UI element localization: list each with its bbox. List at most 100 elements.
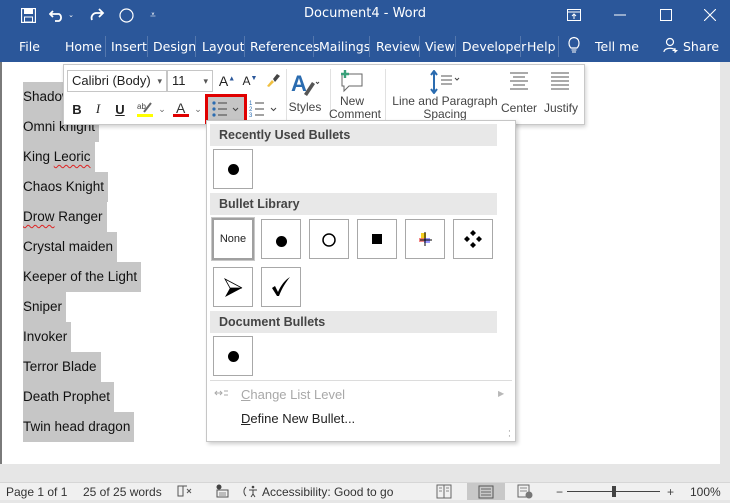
misspelled-word[interactable]: Drow <box>23 209 55 224</box>
page-count[interactable]: Page 1 of 1 <box>6 485 67 500</box>
grow-font-button[interactable]: A▲ <box>217 71 237 91</box>
document-bullets-header: Document Bullets <box>210 311 497 333</box>
shrink-font-button[interactable]: A▼ <box>240 71 260 91</box>
print-layout-button[interactable] <box>467 483 505 500</box>
zoom-level[interactable]: 100% <box>690 485 721 500</box>
proofing-icon[interactable] <box>177 484 193 499</box>
zoom-out-button[interactable]: − <box>556 485 563 500</box>
highlight-dropdown-icon[interactable]: ⌄ <box>157 101 167 117</box>
underline-button[interactable]: U <box>111 99 129 119</box>
tab-layout[interactable]: Layout <box>202 38 245 56</box>
filled-square-bullet-icon <box>372 234 382 244</box>
vertical-scrollbar[interactable] <box>720 62 730 464</box>
zoom-in-button[interactable]: + <box>667 485 674 500</box>
document-line[interactable]: Keeper of the Light <box>23 262 142 292</box>
share-button[interactable]: Share <box>683 38 719 56</box>
document-line[interactable]: Twin head dragon <box>23 412 135 442</box>
styles-gallery-icon[interactable]: A <box>289 69 321 99</box>
undo-icon[interactable] <box>47 4 67 26</box>
tab-references[interactable]: References <box>250 38 319 56</box>
accessibility-status[interactable]: Accessibility: Good to go <box>262 485 393 500</box>
tab-separator <box>520 36 521 57</box>
bold-button[interactable]: B <box>68 99 86 119</box>
misspelled-word[interactable]: Leoric <box>54 149 91 164</box>
format-painter-icon <box>267 74 280 87</box>
bullet-four-diamond-cross[interactable] <box>405 219 445 259</box>
zoom-slider[interactable] <box>565 483 662 500</box>
line-paragraph-spacing-button[interactable]: Line and Paragraph Spacing <box>390 95 500 121</box>
maximize-button[interactable] <box>643 0 689 30</box>
tab-developer[interactable]: Developer <box>462 38 526 56</box>
touch-mode-icon[interactable] <box>116 4 136 26</box>
accelerator-letter: C <box>241 387 251 402</box>
minimize-button[interactable] <box>597 0 643 30</box>
define-new-bullet-menu-item[interactable]: Define New Bullet... <box>241 411 355 426</box>
tab-insert[interactable]: Insert <box>111 38 147 56</box>
styles-button[interactable]: Styles <box>286 101 324 114</box>
tab-home[interactable]: Home <box>65 38 102 56</box>
justify-button[interactable]: Justify <box>541 102 581 115</box>
document-line[interactable]: Chaos Knight <box>23 172 109 202</box>
tab-design[interactable]: Design <box>153 38 196 56</box>
recent-bullet-filled-circle[interactable] <box>213 149 253 189</box>
change-list-level-icon <box>214 387 228 401</box>
chevron-down-icon[interactable]: ▾ <box>157 71 162 91</box>
font-color-icon: A <box>173 100 189 117</box>
redo-icon[interactable] <box>87 4 107 26</box>
document-line[interactable]: Drow Ranger <box>23 202 107 232</box>
italic-button[interactable]: I <box>89 99 107 119</box>
tab-view[interactable]: View <box>425 38 455 56</box>
bullet-filled-circle[interactable] <box>261 219 301 259</box>
font-color-dropdown-icon[interactable]: ⌄ <box>193 101 203 117</box>
font-color-button[interactable]: A <box>170 98 192 120</box>
accelerator-letter: D <box>241 411 251 426</box>
highlight-button[interactable]: ab <box>134 98 156 120</box>
tell-me-search[interactable]: Tell me <box>595 38 639 56</box>
macro-recording-icon[interactable] <box>215 484 229 499</box>
bullet-hollow-circle[interactable] <box>309 219 349 259</box>
word-count[interactable]: 25 of 25 words <box>83 485 162 500</box>
center-button[interactable]: Center <box>497 102 541 115</box>
document-line[interactable]: Death Prophet <box>23 382 115 412</box>
resize-grip-icon[interactable]: · · <box>508 428 511 442</box>
tab-file[interactable]: File <box>19 38 40 56</box>
tab-separator <box>244 36 245 57</box>
document-line[interactable]: King Leoric <box>23 142 95 172</box>
document-line[interactable]: Invoker <box>23 322 72 352</box>
zoom-slider-thumb[interactable] <box>611 486 616 497</box>
align-center-icon <box>507 70 531 94</box>
document-bullet-filled-circle[interactable] <box>213 336 253 376</box>
document-line[interactable]: Sniper <box>23 292 67 322</box>
toolbar-separator <box>286 69 287 122</box>
format-painter-button[interactable] <box>263 70 283 90</box>
chevron-down-icon[interactable]: ▾ <box>203 71 208 91</box>
read-mode-icon[interactable] <box>436 484 452 499</box>
filled-circle-bullet-icon <box>227 350 239 362</box>
undo-dropdown-icon[interactable]: ⌄ <box>67 4 75 26</box>
bullet-checkmark[interactable] <box>261 267 301 307</box>
bullet-filled-square[interactable] <box>357 219 397 259</box>
save-icon[interactable] <box>18 4 38 26</box>
new-comment-button[interactable]: New Comment <box>329 95 381 121</box>
document-line[interactable]: Crystal maiden <box>23 232 118 262</box>
bullet-diamond-cluster[interactable] <box>453 219 493 259</box>
close-button[interactable] <box>689 0 730 30</box>
change-list-level-menu-item[interactable]: Change List Level <box>241 387 345 402</box>
tab-help[interactable]: Help <box>527 38 556 56</box>
document-line[interactable]: Terror Blade <box>23 352 101 382</box>
ribbon-display-options-button[interactable] <box>551 0 597 30</box>
title-bar: ⌄ ⩡ Document4 - Word <box>0 0 730 30</box>
diamond-cluster-bullet-icon <box>464 230 482 248</box>
bullet-arrowhead[interactable] <box>213 267 253 307</box>
line-text: Ranger <box>54 209 103 224</box>
numbering-button[interactable]: 1 2 3 <box>248 98 282 120</box>
share-person-icon[interactable] <box>663 37 679 55</box>
font-size-box[interactable]: 11 ▾ <box>167 70 213 92</box>
web-layout-icon[interactable] <box>517 484 533 499</box>
tab-mailings[interactable]: Mailings <box>319 38 370 56</box>
bullet-none[interactable]: None <box>211 217 255 261</box>
tab-review[interactable]: Review <box>376 38 421 56</box>
customize-quick-access-icon[interactable]: ⩡ <box>147 4 159 26</box>
svg-text:A: A <box>176 100 186 116</box>
font-name-box[interactable]: Calibri (Body) ▾ <box>67 70 167 92</box>
